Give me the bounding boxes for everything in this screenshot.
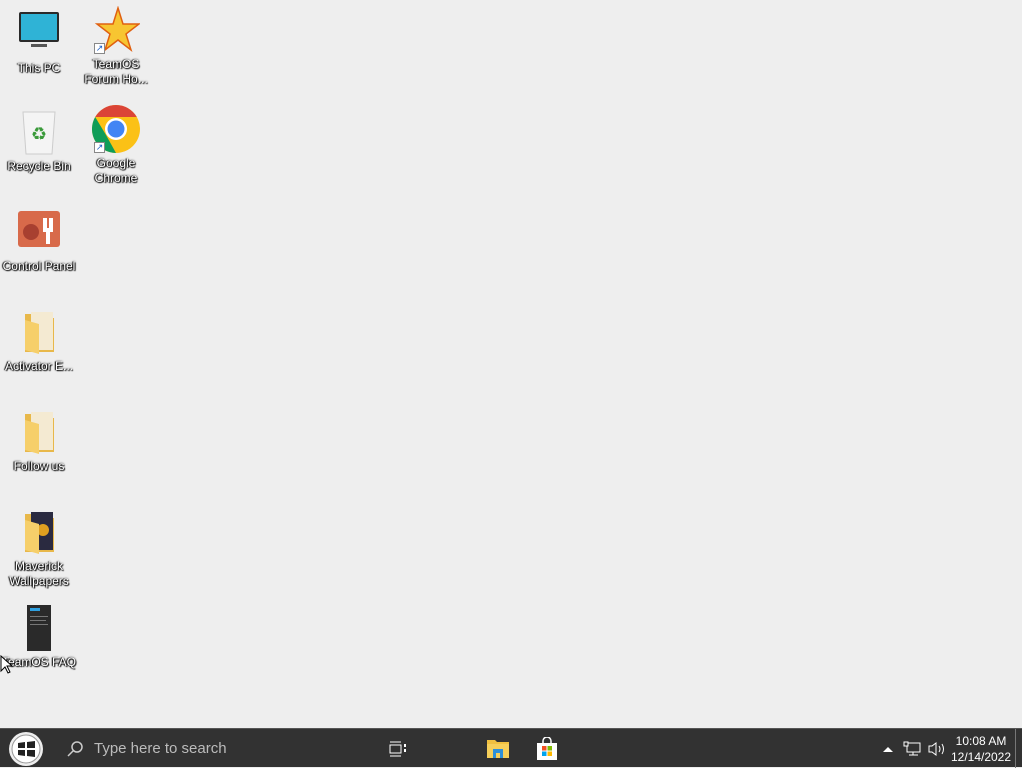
folder-icon <box>15 408 63 456</box>
folder-icon <box>15 308 63 356</box>
microsoft-store-icon <box>537 736 557 760</box>
desktop-icon-recycle-bin[interactable]: ♻ Recycle Bin <box>1 108 77 174</box>
file-explorer-icon <box>487 739 509 758</box>
icon-label: This PC <box>17 61 61 75</box>
volume-icon <box>928 741 944 756</box>
file-explorer-button[interactable] <box>477 729 519 768</box>
desktop-icon-teamos-forum[interactable]: ↗ TeamOS Forum Ho... <box>78 5 154 87</box>
show-hidden-icons-button[interactable] <box>880 729 896 768</box>
search-placeholder: Type here to search <box>94 740 227 757</box>
clock[interactable]: 10:08 AM 12/14/2022 <box>948 729 1014 768</box>
microsoft-store-button[interactable] <box>526 729 568 768</box>
start-button[interactable] <box>4 729 48 768</box>
mouse-cursor <box>0 654 14 680</box>
icon-label: Maverick Wallpapers <box>9 559 69 588</box>
windows-logo-icon <box>9 731 43 766</box>
icon-label: TeamOS Forum Ho... <box>84 57 148 86</box>
clock-date: 12/14/2022 <box>950 749 1012 764</box>
desktop-icon-google-chrome[interactable]: ↗ Google Chrome <box>78 104 154 186</box>
search-icon <box>67 740 83 757</box>
show-desktop-button[interactable] <box>1015 729 1022 768</box>
icon-label: Follow us <box>13 459 65 473</box>
icon-label: Google Chrome <box>94 156 138 185</box>
icon-label: Recycle Bin <box>7 159 71 173</box>
icon-label: Activator E... <box>4 359 74 373</box>
control-panel-icon <box>15 208 63 256</box>
chevron-up-icon <box>883 746 893 752</box>
network-icon <box>903 741 921 755</box>
recycle-bin-icon: ♻ <box>15 108 63 156</box>
desktop-icon-control-panel[interactable]: Control Panel <box>1 208 77 274</box>
clock-time: 10:08 AM <box>955 733 1007 748</box>
document-icon <box>15 604 63 652</box>
volume-button[interactable] <box>926 729 948 768</box>
desktop-icon-activator-folder[interactable]: Activator E... <box>1 308 77 374</box>
svg-text:♻: ♻ <box>31 124 47 144</box>
desktop-icon-maverick-wallpapers-folder[interactable]: Maverick Wallpapers <box>1 508 77 589</box>
desktop-icon-this-pc[interactable]: This PC <box>1 10 77 76</box>
task-view-button[interactable] <box>378 729 418 768</box>
monitor-icon <box>15 10 63 58</box>
task-view-icon <box>389 741 406 756</box>
desktop-icon-follow-us-folder[interactable]: Follow us <box>1 408 77 474</box>
star-shortcut-icon: ↗ <box>92 5 142 54</box>
taskbar: Type here to search 10:08 AM 12/14/2022 <box>0 728 1022 768</box>
icon-label: Control Panel <box>2 259 76 273</box>
network-button[interactable] <box>900 729 924 768</box>
chrome-icon: ↗ <box>91 104 140 153</box>
search-box[interactable]: Type here to search <box>56 729 356 768</box>
folder-icon <box>15 508 63 556</box>
